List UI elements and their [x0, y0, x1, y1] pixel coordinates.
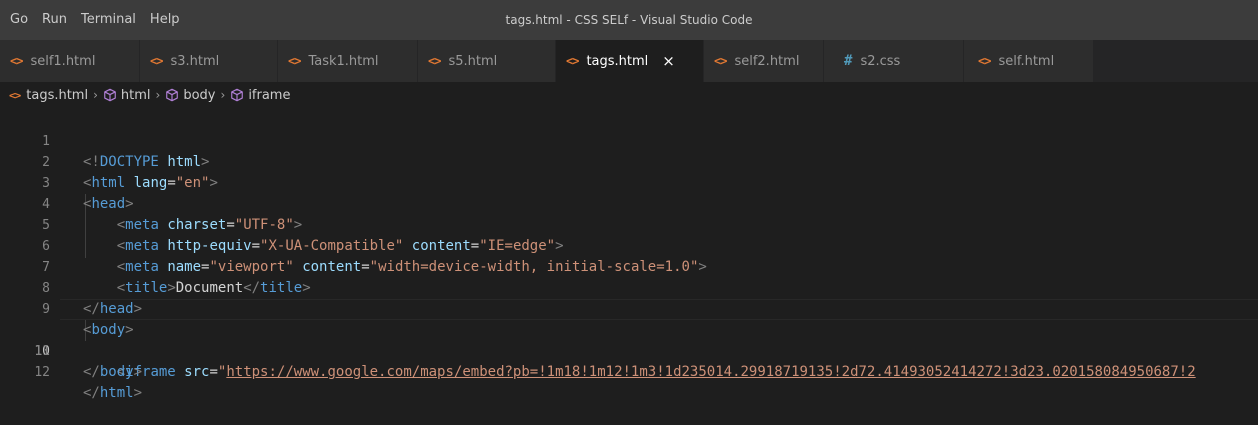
tab-s5[interactable]: <> s5.html	[418, 40, 556, 82]
code-line[interactable]: 2 <html lang="en">	[0, 131, 1258, 191]
line-content: </body>	[83, 364, 143, 380]
tab-self1[interactable]: <> self1.html	[0, 40, 140, 82]
breadcrumb-body[interactable]: body	[183, 88, 215, 103]
code-line[interactable]: 11 </body>	[0, 320, 1258, 380]
tab-label: tags.html	[586, 53, 649, 69]
menu-help[interactable]: Help	[143, 0, 187, 40]
code-line[interactable]: 6 <meta name="viewport" content="width=d…	[0, 215, 1258, 275]
window-title: tags.html - CSS SELf - Visual Studio Cod…	[505, 13, 753, 27]
code-line[interactable]: 12 </html>	[0, 341, 1258, 401]
tab-label: s2.css	[860, 53, 901, 69]
tab-self[interactable]: <> self.html	[964, 40, 1094, 82]
code-line[interactable]: 9 <body>	[0, 278, 1258, 338]
line-content: </html>	[83, 385, 143, 401]
title-bar: Go Run Terminal Help tags.html - CSS SEL…	[0, 0, 1258, 40]
code-line[interactable]: 5 <meta http-equiv="X-UA-Compatible" con…	[0, 194, 1258, 254]
html-icon: <>	[10, 54, 23, 68]
tab-tags[interactable]: <> tags.html ×	[556, 40, 704, 82]
chevron-right-icon: ›	[220, 88, 226, 102]
symbol-cube-icon	[104, 88, 116, 102]
code-line[interactable]: 8 </head>	[0, 257, 1258, 317]
code-editor[interactable]: 1 <!DOCTYPE html> 2 <html lang="en"> 3 <…	[0, 110, 1258, 401]
tab-label: self1.html	[30, 53, 96, 69]
html-icon: <>	[9, 88, 21, 102]
chevron-right-icon: ›	[93, 88, 98, 102]
menu-run[interactable]: Run	[35, 0, 74, 40]
code-line[interactable]: 3 <head>	[0, 152, 1258, 212]
menu-terminal[interactable]: Terminal	[74, 0, 143, 40]
tab-s2-css[interactable]: # s2.css	[824, 40, 964, 82]
menu-bar: Go Run Terminal Help	[0, 0, 187, 40]
tab-self2[interactable]: <> self2.html	[704, 40, 824, 82]
chevron-right-icon: ›	[155, 88, 161, 102]
menu-go[interactable]: Go	[0, 0, 35, 40]
html-icon: <>	[566, 54, 579, 68]
breadcrumb-file[interactable]: tags.html	[26, 88, 88, 103]
editor-tab-bar: <> self1.html <> s3.html <> Task1.html <…	[0, 40, 1258, 82]
tab-label: self2.html	[734, 53, 800, 69]
html-icon: <>	[428, 54, 441, 68]
breadcrumb-iframe[interactable]: iframe	[248, 88, 290, 103]
code-line[interactable]: 1 <!DOCTYPE html>	[0, 110, 1258, 170]
html-icon: <>	[288, 54, 301, 68]
css-hash-icon: #	[844, 53, 853, 69]
code-line[interactable]: 7 <title>Document</title>	[0, 236, 1258, 296]
tab-label: self.html	[998, 53, 1055, 69]
tab-label: Task1.html	[308, 53, 379, 69]
iframe-src-url[interactable]: https://www.google.com/maps/embed?pb=!1m…	[226, 364, 1195, 380]
breadcrumb: <> tags.html › html › body › iframe	[0, 82, 1258, 108]
html-icon: <>	[978, 54, 991, 68]
line-number: 12	[34, 365, 50, 380]
symbol-cube-icon	[231, 88, 244, 102]
tab-label: s3.html	[170, 53, 220, 69]
code-line-current[interactable]: 10 <iframe src="https://www.google.com/m…	[0, 299, 1258, 380]
symbol-cube-icon	[166, 88, 179, 102]
code-line[interactable]: 4 <meta charset="UTF-8">	[0, 173, 1258, 233]
close-icon[interactable]: ×	[662, 52, 675, 70]
tab-label: s5.html	[448, 53, 498, 69]
current-line-highlight	[60, 299, 1258, 320]
tab-task1[interactable]: <> Task1.html	[278, 40, 418, 82]
html-icon: <>	[714, 54, 727, 68]
html-icon: <>	[150, 54, 163, 68]
tab-bar-empty-space[interactable]	[1094, 40, 1258, 82]
breadcrumb-html[interactable]: html	[121, 88, 151, 103]
tab-s3[interactable]: <> s3.html	[140, 40, 278, 82]
line-content: <iframe src="https://www.google.com/maps…	[116, 364, 1196, 380]
